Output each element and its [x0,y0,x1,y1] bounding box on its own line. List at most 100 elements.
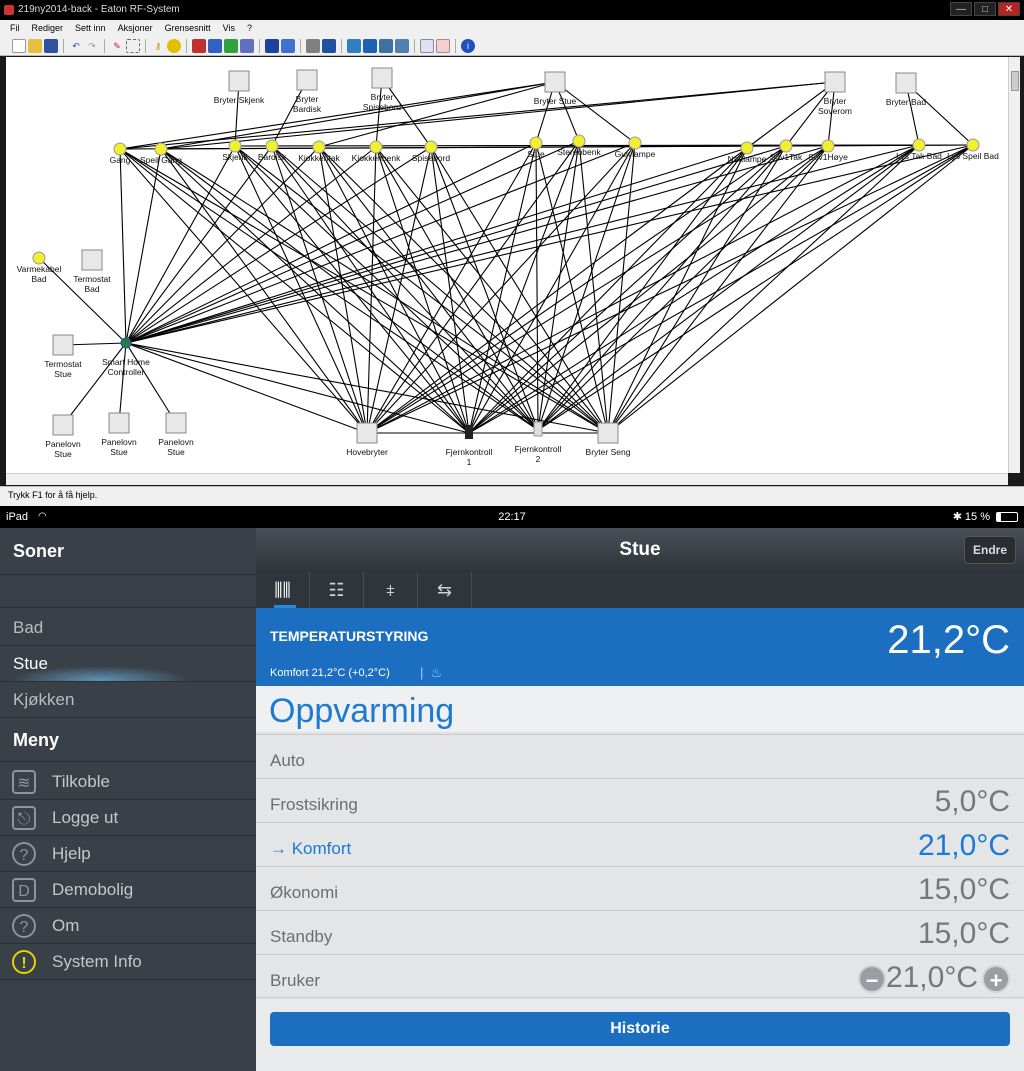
menu-rediger[interactable]: Rediger [32,20,64,36]
device-node-bryter-soverom[interactable]: BryterSoverom [818,71,852,116]
zoom-out-icon[interactable] [436,38,450,53]
select-icon[interactable] [126,38,140,53]
view-c-icon[interactable] [347,38,361,53]
device-node-bryter-stue[interactable]: Bryter Stue [534,71,577,106]
device-c-icon[interactable] [224,38,238,53]
device-node-panelovn1[interactable]: PanelovnStue [45,414,81,459]
network-icon[interactable] [265,38,279,53]
main-panel: Stue Endre ⫼⫼ ☷ ⧧ ⇆ TEMPERATURSTYRING 21… [256,528,1024,1071]
view-d-icon[interactable] [363,38,377,53]
menu-grensesnitt[interactable]: Grensesnitt [165,20,211,36]
mode-frostsikring[interactable]: Frostsikring 5,0°C [256,778,1024,822]
view-a-icon[interactable] [306,38,320,53]
zone-bad[interactable]: Bad [0,610,256,646]
mode-komfort[interactable]: → Komfort 21,0°C [256,822,1024,866]
device-node-bryter-seng[interactable]: Bryter Seng [586,422,631,457]
edit-icon[interactable]: ✎ [110,39,124,53]
mode-auto[interactable]: Auto [256,734,1024,778]
network-canvas[interactable]: Bryter Skjenk Bryter Bardisk Bryter Spisebor… [6,57,1008,473]
device-node-kjokkentak[interactable]: Kjokkentak [298,140,341,163]
device-d-icon[interactable] [240,38,254,53]
horizontal-scrollbar[interactable] [6,473,1008,485]
device-node-sov1hoye[interactable]: Sov1Høye [808,139,848,162]
device-node-sov1tak[interactable]: Sov1Tak [770,139,803,162]
device-label: Fjernkontroll [515,444,562,454]
menu-logge-ut[interactable]: ⎋ Logge ut [0,800,256,836]
device-node-spisebord[interactable]: Spisebord [412,140,451,163]
connection-line [537,145,829,431]
device-node-termostat-bad[interactable]: TermostatBad [73,249,111,294]
mode-standby[interactable]: Standby 15,0°C [256,910,1024,954]
menu-vis[interactable]: Vis [223,20,235,36]
menu-aksjoner[interactable]: Aksjoner [118,20,153,36]
menu-demobolig[interactable]: D Demobolig [0,872,256,908]
device-node-lys-speil-bad[interactable]: Lys Speil Bad [947,138,999,161]
tab-sliders[interactable]: ⧧ [364,572,418,608]
edit-button[interactable]: Endre [964,536,1016,564]
redo-icon[interactable]: ↷ [85,39,99,53]
device-node-bryter-bad[interactable]: Bryter Bad [886,72,926,107]
key-icon[interactable]: ⚷ [151,39,165,53]
tab-shuffle[interactable]: ⇆ [418,572,472,608]
vertical-scrollbar[interactable] [1008,57,1020,473]
view-b-icon[interactable] [322,38,336,53]
menu-help[interactable]: ? [247,20,252,36]
mode-label: Standby [270,927,333,946]
view-f-icon[interactable] [395,38,409,53]
gear-icon[interactable] [167,38,181,53]
menu-tilkoble[interactable]: ≋ Tilkoble [0,764,256,800]
menu-fil[interactable]: Fil [10,20,20,36]
maximize-button[interactable]: □ [974,2,996,16]
save-icon[interactable] [44,38,58,53]
device-node-panelovn3[interactable]: PanelovnStue [158,412,194,457]
device-node-bardisk[interactable]: Bardisk [258,139,287,162]
tab-heater[interactable]: ⫼⫼ [256,572,310,608]
lightbulb-icon [912,138,926,152]
view-e-icon[interactable] [379,38,393,53]
device-node-skjenk[interactable]: Skjenk [222,139,249,162]
decrease-button[interactable]: − [858,965,886,993]
device-node-termostat-stue[interactable]: TermostatStue [44,334,82,379]
status-bar: Trykk F1 for å få hjelp. [0,486,1024,506]
connection-line [118,342,127,424]
device-b-icon[interactable] [208,38,222,53]
mode-okonomi[interactable]: Økonomi 15,0°C [256,866,1024,910]
device-node-panelovn2[interactable]: PanelovnStue [101,412,137,457]
menu-om-label: Om [52,916,80,935]
increase-button[interactable]: + [982,965,1010,993]
device-a-icon[interactable] [192,38,206,53]
zone-stue[interactable]: Stue [0,646,256,682]
menu-system-info[interactable]: ! System Info [0,944,256,980]
undo-icon[interactable]: ↶ [69,39,83,53]
device-node-bryter-bardisk[interactable]: BryterBardisk [293,69,322,114]
connection-line [119,148,127,344]
device-node-fjernkontroll2[interactable]: Fjernkontroll2 [515,421,562,464]
close-button[interactable]: ✕ [998,2,1020,16]
menu-hjelp[interactable]: ? Hjelp [0,836,256,872]
tab-grid[interactable]: ☷ [310,572,364,608]
device-node-kjokkenbenk[interactable]: Kjokkenbenk [352,140,401,163]
info-icon[interactable]: i [461,38,475,53]
device-label: Stue [54,449,72,459]
menu-sett-inn[interactable]: Sett inn [75,20,106,36]
minimize-button[interactable]: — [950,2,972,16]
mode-bruker[interactable]: Bruker − 21,0°C + [256,954,1024,998]
device-node-stue[interactable]: Stue [527,136,545,159]
device-node-fjernkontroll1[interactable]: Fjernkontroll1 [446,425,493,467]
zoom-in-icon[interactable] [420,38,434,53]
device-node-lys-tak-bad[interactable]: Lys Tak Bad [896,138,942,161]
open-folder-icon[interactable] [28,38,42,53]
new-file-icon[interactable] [12,38,26,53]
device-node-varmekabel-bad[interactable]: VarmekabelBad [17,251,62,284]
properties-icon[interactable] [281,38,295,53]
menu-om[interactable]: ? Om [0,908,256,944]
device-node-bryter-skjenk[interactable]: Bryter Skjenk [214,70,265,105]
device-label: Nattlampe [728,154,767,164]
connection-line [125,342,177,424]
device-label: Bardisk [258,152,287,162]
device-node-bryter-spisebord[interactable]: BryterSpisebord [363,67,402,112]
history-button[interactable]: Historie [270,1012,1010,1046]
lightbulb-icon [369,140,383,154]
device-label: Soverom [818,106,852,116]
zone-kjokken[interactable]: Kjøkken [0,682,256,718]
